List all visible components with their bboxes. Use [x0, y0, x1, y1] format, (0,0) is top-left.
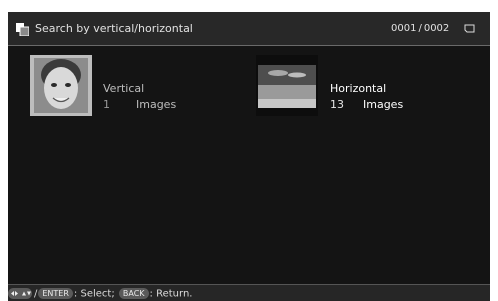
child-portrait-image: [30, 55, 92, 116]
horizontal-group-unit: Images: [363, 98, 404, 111]
back-key-badge: BACK: [118, 288, 149, 299]
seascape-image: [256, 55, 318, 116]
page-counter: 0001/0002: [391, 23, 450, 34]
header-bar: Search by vertical/horizontal 0001/0002: [8, 12, 490, 46]
arrow-keys-icon: [8, 288, 32, 299]
page-title: Search by vertical/horizontal: [35, 22, 193, 35]
horizontal-group-label[interactable]: Horizontal: [330, 82, 386, 95]
return-hint-text: : Return.: [149, 288, 193, 300]
horizontal-group-count: 13: [330, 98, 344, 111]
horizontal-group-thumbnail[interactable]: [256, 55, 318, 116]
select-hint-text: : Select;: [73, 288, 115, 300]
page-current: 0001: [391, 23, 417, 34]
enter-key-badge: ENTER: [38, 288, 73, 299]
vertical-group-thumbnail[interactable]: [30, 55, 92, 116]
vertical-group-label[interactable]: Vertical: [103, 82, 144, 95]
screen: Search by vertical/horizontal 0001/0002 …: [8, 12, 490, 301]
vertical-group-unit: Images: [136, 98, 177, 111]
vertical-group-count: 1: [103, 98, 110, 111]
page-total: 0002: [423, 23, 450, 34]
footer-hint: / ENTER: Select; BACK: Return.: [34, 288, 193, 300]
memory-card-icon: [464, 24, 475, 33]
footer-help-bar: / ENTER: Select; BACK: Return.: [8, 284, 490, 301]
search-mode-icon: [16, 23, 29, 36]
